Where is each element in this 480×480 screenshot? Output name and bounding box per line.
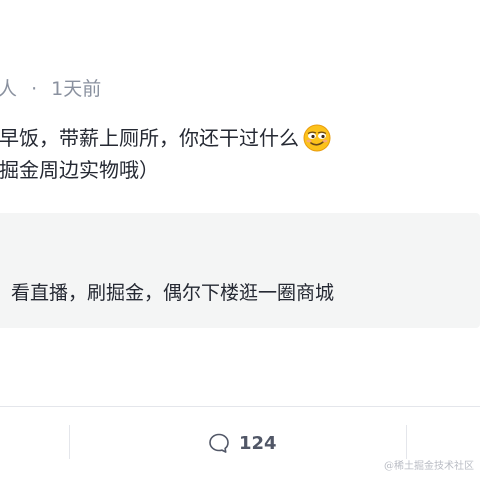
content-line: 掘金周边实物哦） bbox=[0, 154, 480, 186]
content-text: 早饭，带薪上厕所，你还干过什么 bbox=[0, 126, 299, 150]
smirk-emoji-icon bbox=[303, 124, 331, 152]
comment-bubble-icon bbox=[207, 431, 231, 455]
action-divider bbox=[69, 425, 70, 459]
comment-button[interactable]: 124 bbox=[207, 431, 277, 455]
quoted-post-text: ，看直播，刷掘金，偶尔下楼逛一圈商城 bbox=[0, 282, 335, 304]
post-card: 人 · 1天前 早饭，带薪上厕所，你还干过什么 掘金周边实物哦） ，看直播，刷掘… bbox=[0, 0, 480, 480]
meta-separator: · bbox=[31, 78, 38, 100]
watermark: @稀土掘金技术社区 bbox=[384, 461, 474, 472]
post-meta: 人 · 1天前 bbox=[0, 77, 101, 101]
content-text: 掘金周边实物哦） bbox=[0, 158, 159, 182]
post-content[interactable]: 早饭，带薪上厕所，你还干过什么 掘金周边实物哦） bbox=[0, 122, 480, 186]
post-time: 1天前 bbox=[51, 78, 102, 100]
quoted-post[interactable] bbox=[0, 213, 480, 328]
author-name[interactable]: 人 bbox=[0, 78, 17, 100]
comment-count: 124 bbox=[239, 432, 277, 454]
content-line: 早饭，带薪上厕所，你还干过什么 bbox=[0, 122, 480, 154]
action-divider bbox=[406, 425, 407, 459]
